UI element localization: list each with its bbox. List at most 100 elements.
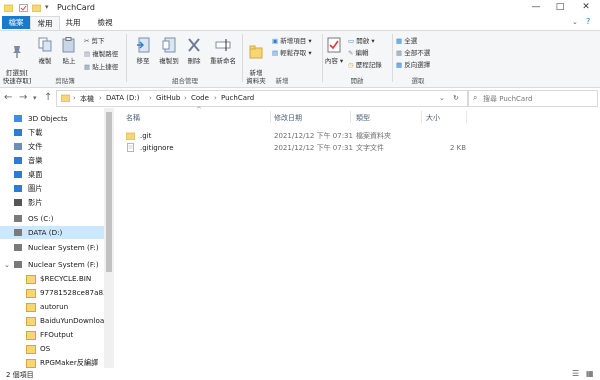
ribbon-separator bbox=[242, 34, 243, 82]
sidebar-item[interactable]: 97781528ce87a831ec4 bbox=[0, 286, 104, 299]
ribbon-collapse-icon[interactable]: ⌄ bbox=[572, 18, 578, 26]
select-none-button[interactable]: ▦ 全部不選 bbox=[396, 47, 430, 57]
group-label-new: 新增 bbox=[275, 77, 289, 85]
breadcrumb-data-drive[interactable]: DATA (D:) bbox=[106, 94, 139, 102]
back-arrow-icon[interactable]: ← bbox=[4, 92, 12, 103]
column-header-name[interactable]: 名稱 bbox=[126, 113, 140, 123]
tab-file[interactable]: 檔案 bbox=[2, 16, 30, 29]
sidebar-item[interactable]: FFOutput bbox=[0, 328, 104, 341]
folder-icon bbox=[26, 345, 36, 354]
table-row[interactable]: .git 2021/12/12 下午 07:31 檔案資料夾 bbox=[124, 130, 464, 142]
sidebar-item-label: 下載 bbox=[28, 128, 43, 137]
folder-icon bbox=[26, 331, 36, 340]
quick-access-dropdown-icon[interactable]: ▾ bbox=[45, 3, 49, 11]
tab-home[interactable]: 常用 bbox=[30, 16, 60, 30]
rename-button[interactable]: 重新命名 bbox=[206, 37, 240, 65]
new-item-button[interactable]: ▣ 新增項目 ▾ bbox=[272, 35, 312, 45]
sidebar-item[interactable]: $RECYCLE.BIN bbox=[0, 272, 104, 285]
tab-share[interactable]: 共用 bbox=[60, 16, 86, 29]
address-bar[interactable]: › 本機 › DATA (D:) › GitHub › Code › PuchC… bbox=[56, 90, 468, 107]
details-view-icon[interactable]: ☰ bbox=[572, 369, 579, 378]
column-header-type[interactable]: 類型 bbox=[356, 113, 370, 123]
table-row[interactable]: .gitignore 2021/12/12 下午 07:31 文字文件 2 KB bbox=[124, 142, 466, 154]
video-icon bbox=[14, 199, 22, 206]
drive-icon bbox=[14, 229, 22, 236]
cube-icon bbox=[14, 115, 22, 122]
large-icons-view-icon[interactable]: ▦ bbox=[586, 369, 594, 378]
rename-label: 重新命名 bbox=[210, 57, 236, 65]
sidebar-item[interactable]: 桌面 bbox=[0, 168, 104, 181]
sort-arrow-icon: ^ bbox=[196, 106, 202, 114]
column-header-modified[interactable]: 修改日期 bbox=[274, 113, 302, 123]
breadcrumb-separator: › bbox=[99, 94, 102, 102]
minimize-button[interactable]: — bbox=[528, 2, 544, 12]
sidebar-item[interactable]: BaiduYunDownload bbox=[0, 314, 104, 327]
refresh-icon[interactable]: ↻ bbox=[453, 94, 459, 102]
column-header-size[interactable]: 大小 bbox=[426, 113, 440, 123]
select-none-icon: ▦ bbox=[396, 49, 403, 57]
paste-shortcut-button[interactable]: ▦ 貼上捷徑 bbox=[84, 61, 118, 71]
sidebar-item[interactable]: DATA (D:) bbox=[0, 226, 104, 239]
sidebar-item[interactable]: 下載 bbox=[0, 126, 104, 139]
maximize-button[interactable]: □ bbox=[552, 2, 568, 12]
sidebar-item[interactable]: OS bbox=[0, 342, 104, 355]
recent-locations-icon[interactable]: ▾ bbox=[33, 94, 37, 102]
forward-arrow-icon[interactable]: → bbox=[19, 92, 27, 103]
folder-icon bbox=[26, 275, 36, 284]
address-dropdown-icon[interactable]: ⌄ bbox=[439, 94, 445, 102]
paste-button[interactable]: 貼上 bbox=[58, 37, 80, 65]
sidebar-item[interactable]: 影片 bbox=[0, 196, 104, 209]
cut-icon: ✂ bbox=[84, 37, 90, 45]
sidebar-item[interactable]: OS (C:) bbox=[0, 212, 104, 225]
invert-selection-icon: ▦ bbox=[396, 61, 403, 69]
sidebar-item[interactable]: 音樂 bbox=[0, 154, 104, 167]
document-icon bbox=[14, 143, 22, 150]
rename-icon bbox=[215, 39, 231, 51]
breadcrumb-puchcard[interactable]: PuchCard bbox=[221, 94, 254, 102]
sidebar-item[interactable]: Nuclear System (F:) ⌄ bbox=[0, 258, 104, 271]
sidebar-item-label: 音樂 bbox=[28, 156, 43, 165]
select-all-button[interactable]: ▦ 全選 bbox=[396, 35, 417, 45]
properties-button[interactable]: 內容 ▾ bbox=[324, 37, 344, 65]
properties-icon[interactable] bbox=[19, 4, 28, 12]
group-label-select: 選取 bbox=[411, 77, 425, 85]
copy-to-button[interactable]: 複製到 bbox=[156, 37, 182, 65]
file-name: .git bbox=[140, 132, 152, 140]
sidebar-item[interactable]: Nuclear System (F:) bbox=[0, 241, 104, 254]
delete-button[interactable]: 刪除 bbox=[184, 37, 204, 65]
breadcrumb-this-pc[interactable]: 本機 bbox=[80, 94, 94, 104]
cut-button[interactable]: ✂ 剪下 bbox=[84, 35, 105, 45]
easy-access-button[interactable]: ▤ 輕鬆存取 ▾ bbox=[272, 47, 312, 57]
sidebar-item[interactable]: 圖片 bbox=[0, 182, 104, 195]
history-button[interactable]: ◷ 歷程記錄 bbox=[348, 59, 382, 69]
ribbon-separator bbox=[392, 34, 393, 82]
expand-chevron-icon[interactable]: ⌄ bbox=[4, 258, 10, 271]
copy-path-label: 複製路徑 bbox=[92, 50, 119, 58]
sidebar-item[interactable]: autorun bbox=[0, 300, 104, 313]
scrollbar-thumb[interactable] bbox=[106, 112, 112, 272]
breadcrumb-github[interactable]: GitHub bbox=[156, 94, 180, 102]
sidebar-item-label: OS (C:) bbox=[28, 214, 54, 223]
open-button[interactable]: ▭ 開啟 ▾ bbox=[348, 35, 375, 45]
up-arrow-icon[interactable]: ↑ bbox=[44, 92, 52, 103]
move-to-button[interactable]: 移至 bbox=[130, 37, 156, 65]
edit-button[interactable]: ✎ 編輯 bbox=[348, 47, 369, 57]
breadcrumb-code[interactable]: Code bbox=[191, 94, 209, 102]
group-label-clipboard: 剪貼簿 bbox=[55, 77, 75, 85]
help-icon[interactable]: ? bbox=[586, 17, 590, 26]
sidebar-item[interactable]: 3D Objects bbox=[0, 112, 104, 125]
select-none-label: 全部不選 bbox=[404, 49, 431, 57]
search-input[interactable]: 搜尋 PuchCard bbox=[483, 94, 532, 104]
nav-scrollbar[interactable] bbox=[104, 108, 114, 368]
invert-selection-button[interactable]: ▦ 反向選擇 bbox=[396, 59, 430, 69]
search-box[interactable]: ⌕ 搜尋 PuchCard bbox=[468, 90, 598, 107]
properties-label: 內容 bbox=[324, 57, 338, 65]
sidebar-item[interactable]: 文件 bbox=[0, 140, 104, 153]
new-folder-icon[interactable] bbox=[32, 4, 41, 12]
copy-button[interactable]: 複製 bbox=[34, 37, 56, 65]
close-button[interactable]: ✕ bbox=[578, 2, 594, 12]
pin-quick-access-button[interactable]: 釘選到[ 快速存取] bbox=[2, 37, 32, 85]
copy-path-button[interactable]: ▤ 複製路徑 bbox=[84, 48, 118, 58]
tab-view[interactable]: 檢視 bbox=[92, 16, 118, 29]
move-to-label: 移至 bbox=[136, 57, 150, 65]
